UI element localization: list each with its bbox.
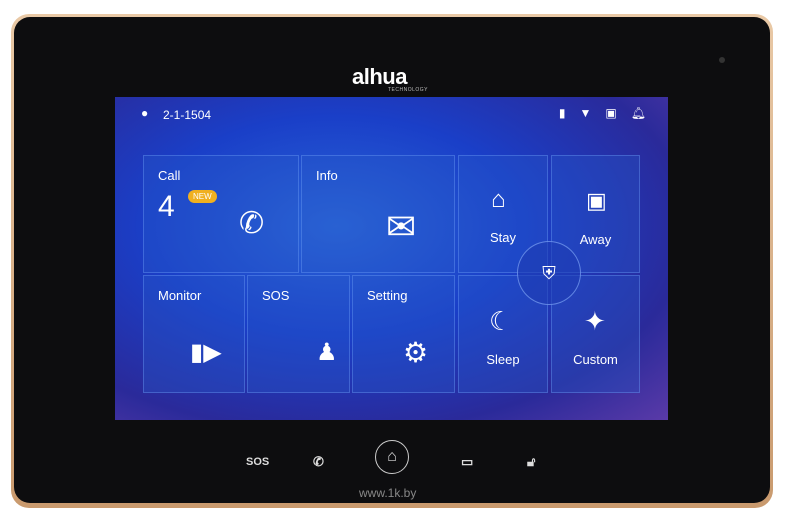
tile-setting[interactable]: Setting ⚙ xyxy=(352,275,455,393)
tile-sos[interactable]: SOS ♟ xyxy=(247,275,350,393)
home-button[interactable]: ⌂ xyxy=(375,440,409,474)
unlock-hardware-button[interactable]: 🔓︎ xyxy=(527,454,535,470)
screen: ● 2-1-1504 ▮ ▼ ▣ 🔔︎ Call 4 NEW ✆ Info ✉ … xyxy=(115,97,668,420)
watermark: www.1k.by xyxy=(359,486,417,500)
call-hardware-button[interactable]: ✆ xyxy=(313,454,324,470)
tile-label: SOS xyxy=(262,288,290,303)
police-icon: ♟ xyxy=(316,339,338,366)
tile-label: Monitor xyxy=(158,288,202,303)
wifi-icon: ▼ xyxy=(579,106,592,120)
sd-card-icon: ▮ xyxy=(558,106,566,120)
call-count: 4 xyxy=(158,190,175,223)
tile-label: Call xyxy=(158,168,181,183)
home-person-icon: ⌂ xyxy=(491,186,506,213)
sos-hardware-button[interactable]: SOS xyxy=(246,456,269,468)
home-icon: ⌂ xyxy=(387,448,397,465)
tile-call[interactable]: Call 4 NEW ✆ xyxy=(143,155,299,273)
location-label: 2-1-1504 xyxy=(163,108,212,122)
new-badge: NEW xyxy=(188,190,217,203)
moon-icon: ☾ xyxy=(489,306,513,336)
disarm-shield-button[interactable]: ⛨ xyxy=(517,241,581,305)
phone-icon: ✆ xyxy=(239,207,265,240)
tile-label: Custom xyxy=(573,352,618,367)
monitor-hardware-button[interactable]: ▭ xyxy=(461,454,473,470)
brand-logo: alhua TECHNOLOGY xyxy=(352,64,429,93)
puzzle-icon: ✦ xyxy=(584,306,606,336)
suitcase-icon: ▣ xyxy=(586,188,607,213)
tile-info[interactable]: Info ✉ xyxy=(301,155,455,273)
camera-lens xyxy=(719,57,725,63)
video-camera-icon: ▮▶ xyxy=(190,339,222,366)
shield-x-icon: ⛨ xyxy=(542,263,556,283)
gear-icon: ⚙ xyxy=(403,337,429,368)
bell-icon[interactable]: 🔔︎ xyxy=(631,106,646,120)
tile-monitor[interactable]: Monitor ▮▶ xyxy=(143,275,245,393)
envelope-icon: ✉ xyxy=(386,206,417,247)
door-station-icon: ▣ xyxy=(605,106,617,120)
status-bar: ● 2-1-1504 ▮ ▼ ▣ 🔔︎ xyxy=(115,97,668,131)
tile-label: Sleep xyxy=(486,352,520,367)
tile-label: Stay xyxy=(489,230,516,245)
tile-label: Info xyxy=(316,168,338,183)
location-pin-icon: ● xyxy=(141,106,149,120)
tile-label: Setting xyxy=(367,288,408,303)
